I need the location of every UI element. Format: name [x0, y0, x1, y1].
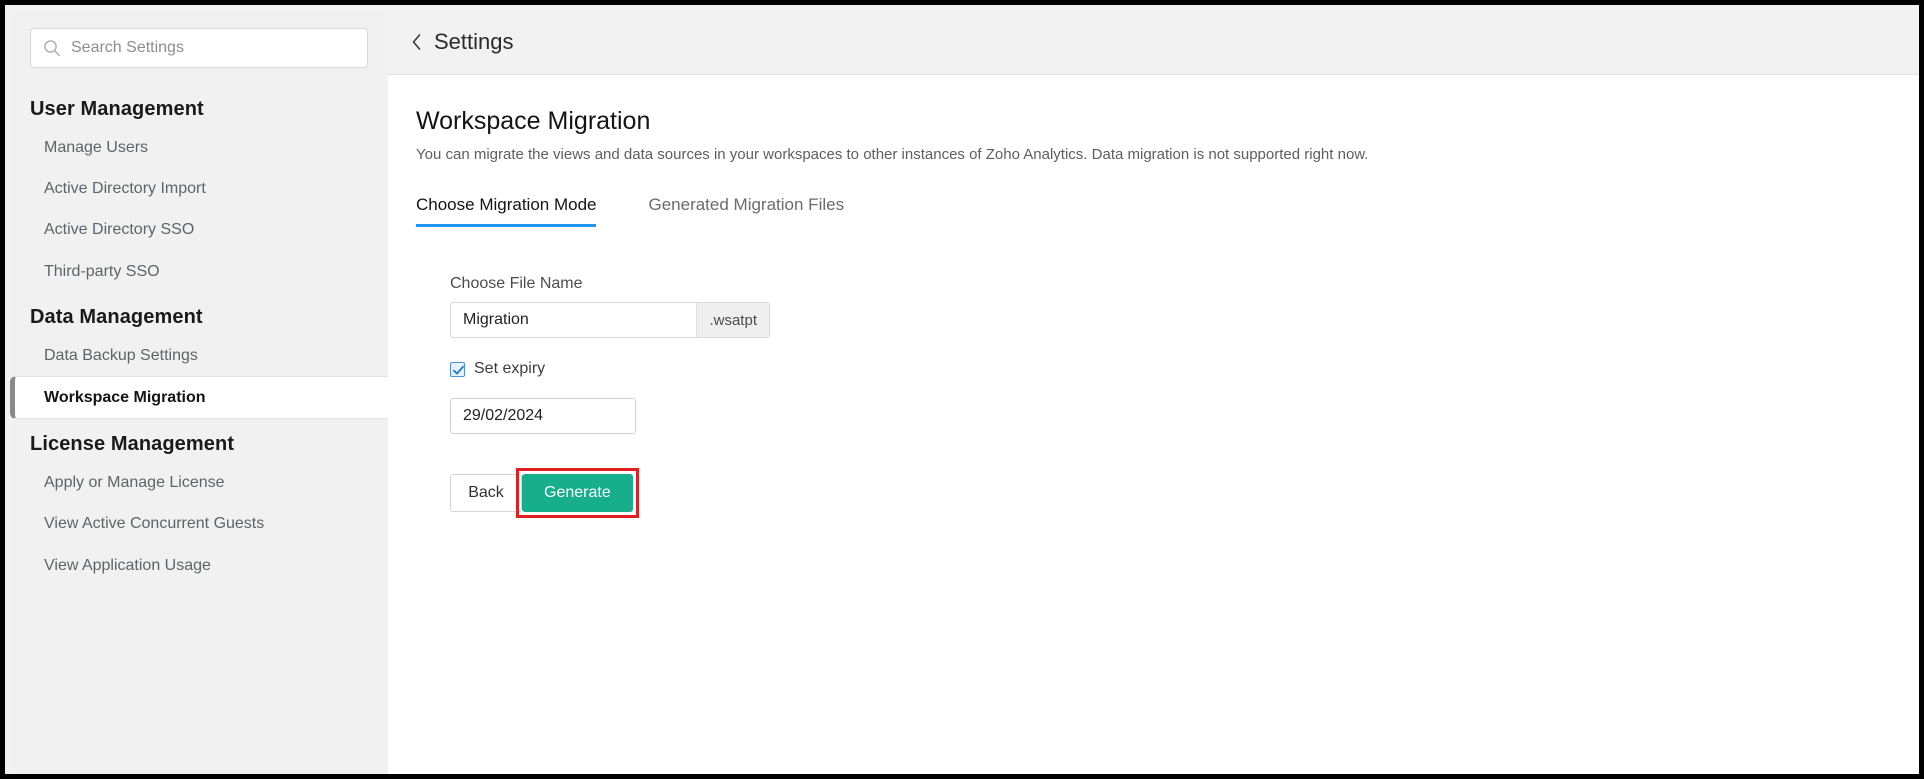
- generate-button-highlight: Generate: [516, 468, 639, 518]
- main-content: Workspace Migration You can migrate the …: [388, 75, 1924, 518]
- tab-generated-migration-files[interactable]: Generated Migration Files: [648, 195, 844, 227]
- tab-choose-migration-mode[interactable]: Choose Migration Mode: [416, 195, 596, 227]
- section-description: You can migrate the views and data sourc…: [416, 146, 1924, 163]
- expiry-date-field-group: [450, 398, 636, 434]
- sidebar-item-manage-users[interactable]: Manage Users: [10, 127, 388, 168]
- app-window: User Management Manage Users Active Dire…: [0, 0, 1924, 779]
- sidebar-item-third-party-sso[interactable]: Third-party SSO: [10, 251, 388, 292]
- sidebar-item-active-directory-sso[interactable]: Active Directory SSO: [10, 209, 388, 250]
- page-title-settings: Settings: [434, 29, 514, 55]
- form-actions: Back Generate: [450, 468, 1924, 518]
- nav-group-title-user-management: User Management: [10, 84, 388, 127]
- nav-group-title-clipped: [10, 586, 388, 600]
- sidebar-item-data-backup-settings[interactable]: Data Backup Settings: [10, 335, 388, 376]
- migration-form: Choose File Name .wsatpt Set expiry: [450, 275, 1924, 518]
- filename-label: Choose File Name: [450, 275, 1924, 293]
- nav-group-title-data-management: Data Management: [10, 292, 388, 335]
- section-title: Workspace Migration: [416, 107, 1924, 136]
- filename-field-group: .wsatpt: [450, 302, 770, 338]
- nav-group-title-license-management: License Management: [10, 419, 388, 462]
- main-panel: Settings Workspace Migration You can mig…: [388, 10, 1924, 779]
- filename-input[interactable]: [451, 303, 696, 337]
- search-box[interactable]: [30, 28, 368, 68]
- main-header: Settings: [388, 10, 1924, 75]
- filename-extension-suffix: .wsatpt: [696, 303, 769, 337]
- search-icon: [43, 39, 61, 57]
- sidebar-item-workspace-migration[interactable]: Workspace Migration: [10, 376, 388, 419]
- set-expiry-checkbox[interactable]: [450, 362, 465, 377]
- sidebar-item-apply-or-manage-license[interactable]: Apply or Manage License: [10, 462, 388, 503]
- set-expiry-row[interactable]: Set expiry: [450, 360, 1924, 378]
- set-expiry-label: Set expiry: [474, 360, 545, 378]
- back-button[interactable]: Back: [450, 474, 522, 512]
- sidebar-nav: User Management Manage Users Active Dire…: [10, 84, 388, 600]
- sidebar-item-view-active-concurrent-guests[interactable]: View Active Concurrent Guests: [10, 503, 388, 544]
- search-input[interactable]: [71, 39, 355, 57]
- expiry-date-input[interactable]: [451, 399, 636, 433]
- sidebar-item-active-directory-import[interactable]: Active Directory Import: [10, 168, 388, 209]
- back-chevron-icon[interactable]: [410, 32, 424, 52]
- checkmark-icon: [452, 364, 465, 377]
- sidebar-item-view-application-usage[interactable]: View Application Usage: [10, 545, 388, 586]
- tab-bar: Choose Migration Mode Generated Migratio…: [416, 195, 1924, 227]
- generate-button[interactable]: Generate: [522, 474, 633, 512]
- settings-sidebar: User Management Manage Users Active Dire…: [10, 10, 388, 779]
